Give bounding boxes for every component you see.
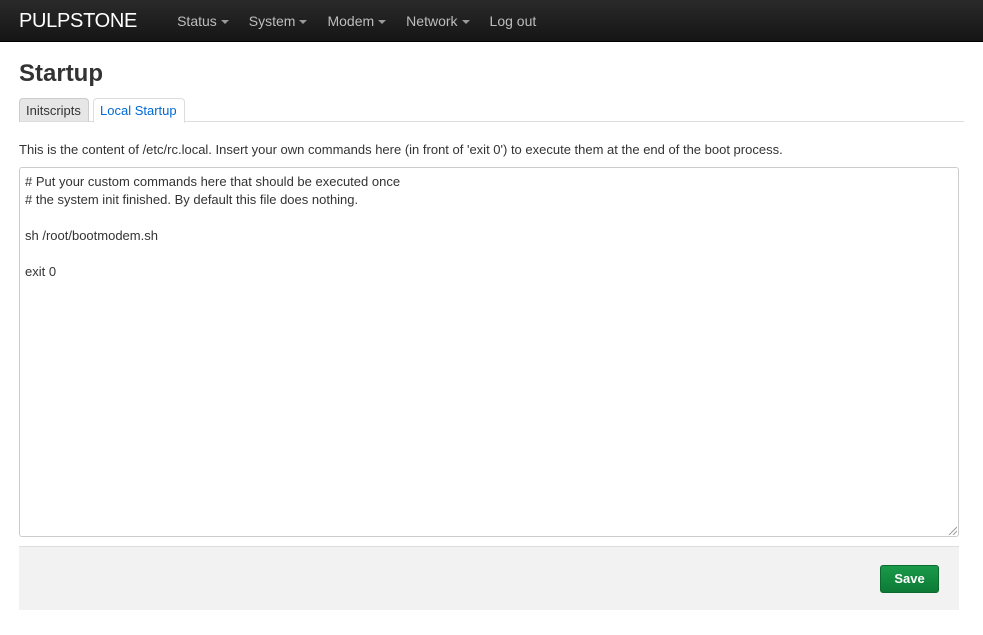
editor-line: # Put your custom commands here that sho… bbox=[25, 174, 401, 189]
chevron-down-icon bbox=[378, 19, 387, 24]
rc-local-editor[interactable]: # Put your custom commands here that sho… bbox=[19, 167, 959, 537]
tab-bar: Initscripts Local Startup bbox=[19, 98, 964, 123]
chevron-down-icon bbox=[299, 19, 308, 24]
editor-line: sh /root/bootmodem.sh bbox=[25, 228, 158, 243]
page-title: Startup bbox=[19, 60, 103, 87]
nav-network-menu[interactable]: Network bbox=[396, 0, 479, 42]
editor-line: exit 0 bbox=[25, 264, 57, 279]
form-actions-bar: Save bbox=[19, 546, 959, 610]
nav-logout-link[interactable]: Log out bbox=[480, 0, 547, 42]
editor-line: # the system init finished. By default t… bbox=[25, 192, 359, 207]
tab-initscripts[interactable]: Initscripts bbox=[19, 98, 89, 122]
top-navbar: PULPSTONE Status System Modem Network Lo… bbox=[0, 0, 983, 42]
nav-status-menu[interactable]: Status bbox=[167, 0, 239, 42]
main-menu: Status System Modem Network Log out bbox=[167, 0, 546, 42]
nav-system-label: System bbox=[248, 12, 296, 29]
resize-grip-icon[interactable] bbox=[948, 526, 957, 535]
chevron-down-icon bbox=[220, 19, 229, 24]
tab-local-startup[interactable]: Local Startup bbox=[93, 98, 185, 123]
nav-logout-label: Log out bbox=[489, 12, 537, 29]
nav-network-label: Network bbox=[406, 12, 458, 29]
page-description: This is the content of /etc/rc.local. In… bbox=[19, 142, 783, 157]
brand-logo[interactable]: PULPSTONE bbox=[19, 0, 137, 42]
chevron-down-icon bbox=[461, 19, 470, 24]
save-button[interactable]: Save bbox=[880, 565, 939, 593]
nav-system-menu[interactable]: System bbox=[239, 0, 318, 42]
nav-status-label: Status bbox=[177, 12, 217, 29]
nav-modem-menu[interactable]: Modem bbox=[317, 0, 396, 42]
nav-modem-label: Modem bbox=[327, 12, 375, 29]
